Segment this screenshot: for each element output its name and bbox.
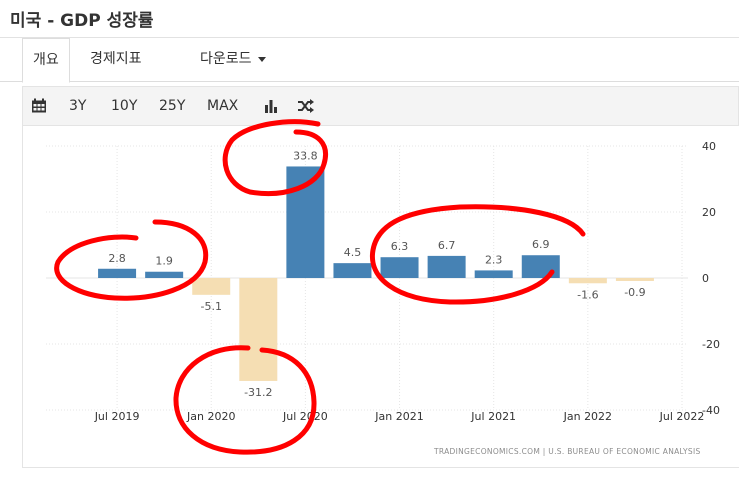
bar: [98, 268, 137, 278]
bar: [568, 278, 607, 284]
bar-chart-icon[interactable]: [263, 87, 279, 125]
bar: [333, 263, 372, 278]
bar: [615, 278, 654, 281]
tab-overview[interactable]: 개요: [22, 38, 70, 83]
bar: [145, 271, 184, 278]
bar: [286, 166, 325, 278]
tab-bar: 개요 경제지표 다운로드: [0, 38, 739, 83]
data-label: 6.7: [438, 239, 456, 252]
chart-area: 40 20 0 -20 -40 Jul 2019 Jan 2020 Jul 2020 Jan 2…: [22, 126, 739, 468]
y-tick-label: -40: [702, 404, 720, 417]
range-25y-button[interactable]: 25Y: [159, 87, 185, 125]
source-credit: TRADINGECONOMICS.COM | U.S. BUREAU OF EC…: [434, 447, 701, 456]
x-tick-label: Jul 2020: [282, 410, 328, 423]
x-tick-label: Jul 2022: [659, 410, 705, 423]
tab-indicators[interactable]: 경제지표: [90, 38, 142, 82]
shuffle-icon[interactable]: [297, 87, 315, 125]
data-label: 1.9: [155, 255, 173, 268]
data-label: -31.2: [244, 386, 272, 399]
bar: [192, 278, 231, 295]
title-bar: 미국 - GDP 성장률: [0, 0, 739, 38]
bar: [427, 255, 466, 278]
data-label: -0.9: [624, 286, 645, 299]
data-label: 2.8: [108, 252, 126, 265]
range-10y-button[interactable]: 10Y: [111, 87, 137, 125]
y-tick-label: 40: [702, 140, 716, 153]
tab-download[interactable]: 다운로드: [200, 38, 266, 82]
data-label: 4.5: [344, 246, 362, 259]
y-tick-label: 20: [702, 206, 716, 219]
tab-download-label: 다운로드: [200, 51, 252, 67]
data-label: -1.6: [577, 288, 598, 301]
x-tick-label: Jan 2020: [186, 410, 235, 423]
y-tick-label: -20: [702, 338, 720, 351]
range-3y-button[interactable]: 3Y: [69, 87, 86, 125]
bar: [380, 257, 419, 278]
bar: [521, 255, 560, 278]
bar: [474, 270, 513, 278]
x-tick-label: Jan 2022: [563, 410, 612, 423]
chart-toolbar: 3Y 10Y 25Y MAX: [22, 86, 739, 126]
data-label: 33.8: [293, 149, 318, 162]
bar: [239, 278, 278, 381]
data-label: 6.3: [391, 240, 409, 253]
gdp-bar-chart: 40 20 0 -20 -40 Jul 2019 Jan 2020 Jul 2020 Jan 2…: [46, 140, 720, 423]
x-tick-label: Jul 2019: [94, 410, 140, 423]
x-tick-label: Jul 2021: [470, 410, 516, 423]
data-label: 2.3: [485, 253, 503, 266]
page-title: 미국 - GDP 성장률: [10, 11, 154, 31]
data-label: -5.1: [200, 300, 221, 313]
y-tick-label: 0: [702, 272, 709, 285]
calendar-icon[interactable]: [31, 87, 47, 125]
chevron-down-icon: [257, 56, 266, 62]
x-tick-label: Jan 2021: [374, 410, 423, 423]
data-label: 6.9: [532, 238, 550, 251]
range-max-button[interactable]: MAX: [207, 87, 238, 125]
